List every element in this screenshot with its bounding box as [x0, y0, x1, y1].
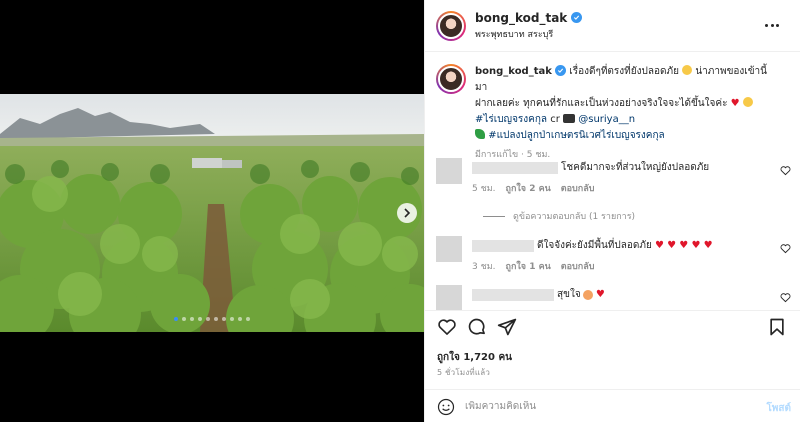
- caption-username[interactable]: bong_kod_tak: [475, 66, 552, 77]
- heart-emoji-icon: ♥: [592, 289, 605, 300]
- comment-time: 3 ชม.: [472, 262, 496, 272]
- add-comment-input[interactable]: [465, 401, 745, 412]
- leaf-emoji-icon: [475, 129, 485, 139]
- heart-emoji-icon: ♥ ♥ ♥ ♥ ♥: [651, 240, 713, 251]
- heart-eyes-emoji-icon: [582, 289, 593, 300]
- post-time: 5 ชั่วโมงที่แล้ว: [437, 368, 491, 377]
- smiling-face-icon: [742, 97, 753, 107]
- comment-item: ดีใจจังค่ะยังมีพื้นที่ปลอดภัย ♥ ♥ ♥ ♥ ♥ …: [436, 236, 791, 273]
- redacted-username[interactable]: [472, 161, 558, 174]
- comments-scroll-area[interactable]: bong_kod_tak เรื่องดีๆที่ตรงที่ยังปลอดภั…: [425, 52, 800, 310]
- carousel-dot: [230, 317, 234, 321]
- instagram-post-view: bong_kod_tak พระพุทธบาท สระบุรี bong_kod…: [0, 0, 800, 422]
- post-comment-button[interactable]: โพสต์: [766, 401, 791, 416]
- verified-badge-icon: [555, 65, 567, 76]
- comment-time: 5 ชม.: [472, 184, 496, 194]
- comment-likes[interactable]: ถูกใจ 1 คน: [506, 259, 551, 273]
- like-count[interactable]: ถูกใจ 1,720 คน: [437, 350, 512, 365]
- comment-text: ดีใจจังค่ะยังมีพื้นที่ปลอดภัย: [537, 240, 652, 251]
- credit-prefix: cr: [550, 114, 560, 125]
- view-replies-button[interactable]: ดูข้อความตอบกลับ (1 รายการ): [483, 209, 635, 223]
- comment-item: โชคดีมากจะที่ส่วนใหญ่ยังปลอดภัย 5 ชม. ถู…: [436, 158, 791, 195]
- caption-text-2: ฝากเลยค่ะ ทุกคนที่รักและเป็นห่วงอย่างจริ…: [475, 98, 728, 109]
- post-photo: [0, 94, 424, 332]
- comment-text: โชคดีมากจะที่ส่วนใหญ่ยังปลอดภัย: [561, 162, 710, 173]
- comment-text: สุขใจ: [557, 289, 581, 300]
- carousel-dot: [198, 317, 202, 321]
- comment-avatar[interactable]: [436, 236, 462, 262]
- reply-button[interactable]: ตอบกลับ: [561, 181, 595, 195]
- redacted-username[interactable]: [472, 288, 554, 301]
- credit-user-link[interactable]: @suriya__n: [578, 114, 635, 125]
- heart-outline-icon[interactable]: [780, 165, 791, 176]
- more-options-icon[interactable]: [765, 20, 779, 30]
- comment-bubble-icon[interactable]: [467, 317, 487, 337]
- like-heart-icon[interactable]: [437, 317, 457, 337]
- carousel-dot: [182, 317, 186, 321]
- caption-avatar[interactable]: [436, 64, 466, 94]
- carousel-next-button[interactable]: [397, 203, 417, 223]
- post-header: bong_kod_tak พระพุทธบาท สระบุรี: [425, 0, 800, 52]
- media-panel: [0, 0, 424, 422]
- smiling-face-icon: [682, 65, 693, 75]
- header-location[interactable]: พระพุทธบาท สระบุรี: [475, 27, 582, 41]
- carousel-dot: [246, 317, 250, 321]
- comment-item: สุขใจ ♥: [436, 285, 791, 310]
- carousel-dot: [238, 317, 242, 321]
- carousel-dot: [222, 317, 226, 321]
- carousel-dot: [174, 317, 178, 321]
- carousel-dot: [214, 317, 218, 321]
- heart-outline-icon[interactable]: [780, 243, 791, 254]
- emoji-picker-icon[interactable]: [437, 398, 455, 416]
- heart-emoji-icon: ♥: [730, 98, 740, 109]
- comment-avatar[interactable]: [436, 285, 462, 310]
- caption-text-1: เรื่องดีๆที่ตรงที่ยังปลอดภัย: [569, 66, 679, 77]
- carousel-dot: [206, 317, 210, 321]
- reply-button[interactable]: ตอบกลับ: [561, 259, 595, 273]
- camera-emoji-icon: [563, 114, 576, 123]
- redacted-username[interactable]: [472, 239, 534, 252]
- share-send-icon[interactable]: [497, 317, 517, 337]
- farm-aerial-image: [0, 94, 424, 332]
- post-caption: bong_kod_tak เรื่องดีๆที่ตรงที่ยังปลอดภั…: [425, 52, 800, 163]
- heart-outline-icon[interactable]: [780, 292, 791, 303]
- add-comment-bar: โพสต์: [425, 389, 800, 422]
- post-actions: ถูกใจ 1,720 คน 5 ชั่วโมงที่แล้ว โพสต์: [425, 310, 800, 422]
- carousel-dots: [0, 317, 424, 321]
- comment-likes[interactable]: ถูกใจ 2 คน: [506, 181, 551, 195]
- hashtag-link[interactable]: #แปลงปลูกป่าเกษตรนิเวศไร่เบญจรงคกุล: [488, 130, 665, 141]
- chevron-right-icon: [404, 208, 411, 218]
- carousel-dot: [190, 317, 194, 321]
- verified-badge-icon: [571, 12, 583, 23]
- view-replies-label: ดูข้อความตอบกลับ (1 รายการ): [513, 212, 636, 222]
- post-panel: bong_kod_tak พระพุทธบาท สระบุรี bong_kod…: [424, 0, 800, 422]
- comment-avatar[interactable]: [436, 158, 462, 184]
- hashtag-link[interactable]: #ไร่เบญจรงคกุล: [475, 114, 547, 125]
- bookmark-icon[interactable]: [767, 317, 787, 337]
- avatar[interactable]: [436, 10, 466, 41]
- header-username[interactable]: bong_kod_tak: [475, 11, 567, 25]
- divider-line: [483, 215, 505, 217]
